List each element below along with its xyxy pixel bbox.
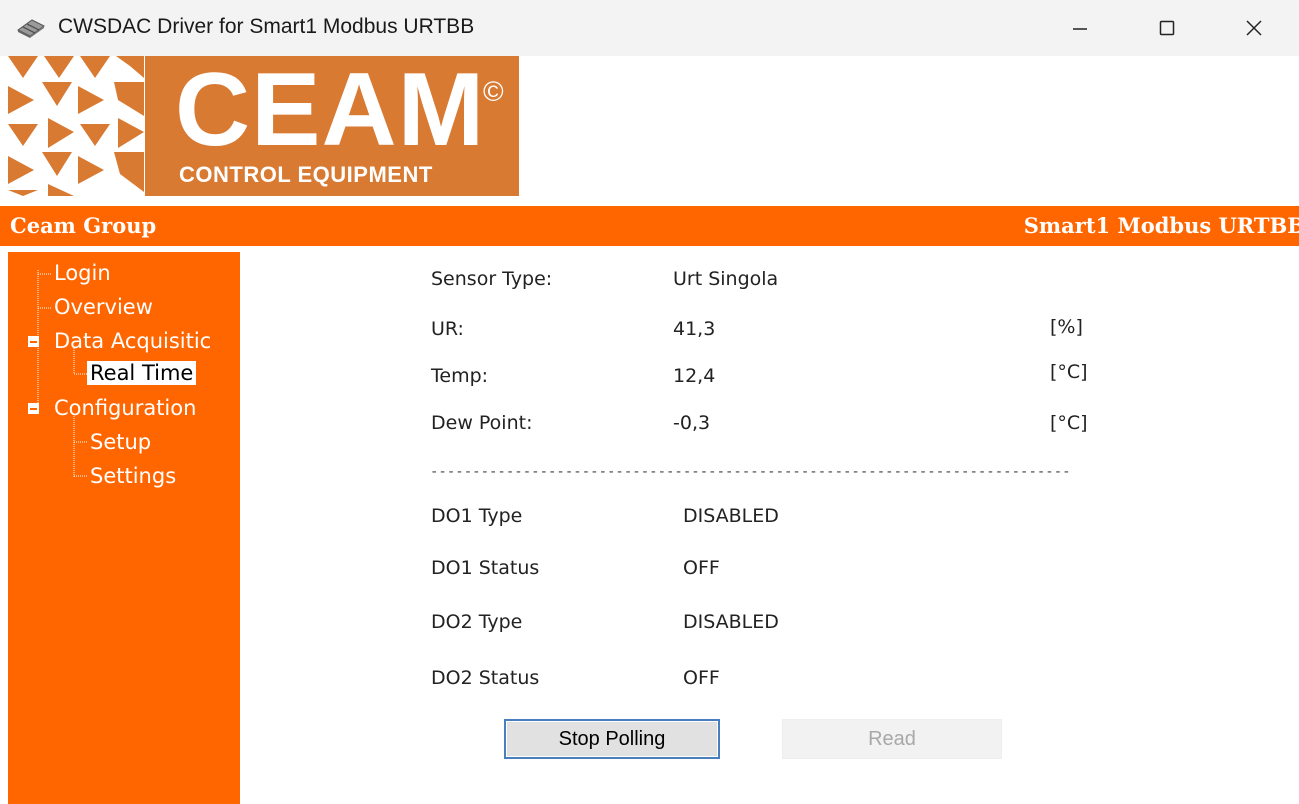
do2-status-value: OFF bbox=[683, 667, 720, 689]
title-bar: CWSDAC Driver for Smart1 Modbus URTBB bbox=[0, 0, 1299, 56]
do1-type-label: DO1 Type bbox=[431, 505, 523, 527]
sidebar-item-login[interactable]: Login bbox=[54, 261, 111, 285]
do1-type-value: DISABLED bbox=[683, 505, 779, 527]
do1-status-label: DO1 Status bbox=[431, 557, 540, 579]
separator-line: ----------------------------------------… bbox=[430, 464, 1071, 480]
ur-value: 41,3 bbox=[673, 318, 716, 340]
logo-brand: CEAM bbox=[175, 52, 486, 168]
sidebar-item-overview[interactable]: Overview bbox=[54, 295, 153, 319]
device-name: Smart1 Modbus URTBB bbox=[1023, 213, 1299, 238]
logo-area: CEAM © CONTROL EQUIPMENT bbox=[0, 56, 1299, 204]
window-title: CWSDAC Driver for Smart1 Modbus URTBB bbox=[58, 15, 475, 38]
minimize-icon bbox=[1073, 28, 1087, 30]
sensor-type-label: Sensor Type: bbox=[431, 268, 553, 290]
chip-icon bbox=[17, 19, 45, 38]
main-panel: Sensor Type: Urt Singola UR: 41,3 [%] Te… bbox=[240, 246, 1299, 804]
sidebar-tree: Login Overview Data Acquisitic Real Time… bbox=[8, 252, 240, 804]
temp-label: Temp: bbox=[431, 365, 489, 387]
close-icon bbox=[1246, 20, 1262, 36]
logo-copyright: © bbox=[483, 76, 504, 107]
sidebar-item-real-time[interactable]: Real Time bbox=[87, 361, 197, 385]
dew-point-value: -0,3 bbox=[673, 412, 711, 434]
minimize-button[interactable] bbox=[1050, 8, 1110, 48]
do1-status-value: OFF bbox=[683, 557, 720, 579]
sidebar-item-settings[interactable]: Settings bbox=[90, 464, 176, 488]
sensor-type-value: Urt Singola bbox=[673, 268, 779, 290]
sidebar-item-data-acquisition[interactable]: Data Acquisitic bbox=[54, 329, 211, 353]
collapse-icon[interactable] bbox=[28, 403, 39, 414]
ur-unit: [%] bbox=[1050, 316, 1083, 338]
close-button[interactable] bbox=[1224, 8, 1284, 48]
temp-value: 12,4 bbox=[673, 365, 716, 387]
ceam-logo-mark bbox=[8, 56, 144, 196]
dew-point-label: Dew Point: bbox=[431, 412, 533, 434]
header-band: Ceam Group Smart1 Modbus URTBB bbox=[0, 206, 1299, 246]
group-name: Ceam Group bbox=[10, 213, 157, 238]
temp-unit: [°C] bbox=[1050, 361, 1088, 383]
sidebar-item-configuration[interactable]: Configuration bbox=[54, 396, 196, 420]
do2-status-label: DO2 Status bbox=[431, 667, 540, 689]
dew-point-unit: [°C] bbox=[1050, 412, 1088, 434]
do2-type-value: DISABLED bbox=[683, 611, 779, 633]
ceam-logo: CEAM © CONTROL EQUIPMENT bbox=[145, 56, 519, 196]
collapse-icon[interactable] bbox=[28, 336, 39, 347]
sidebar-item-setup[interactable]: Setup bbox=[90, 430, 151, 454]
read-button[interactable]: Read bbox=[782, 719, 1002, 759]
logo-tagline: CONTROL EQUIPMENT bbox=[179, 162, 433, 187]
stop-polling-button[interactable]: Stop Polling bbox=[504, 719, 720, 759]
ur-label: UR: bbox=[431, 318, 464, 340]
do2-type-label: DO2 Type bbox=[431, 611, 523, 633]
maximize-icon bbox=[1159, 20, 1175, 36]
maximize-button[interactable] bbox=[1137, 8, 1197, 48]
